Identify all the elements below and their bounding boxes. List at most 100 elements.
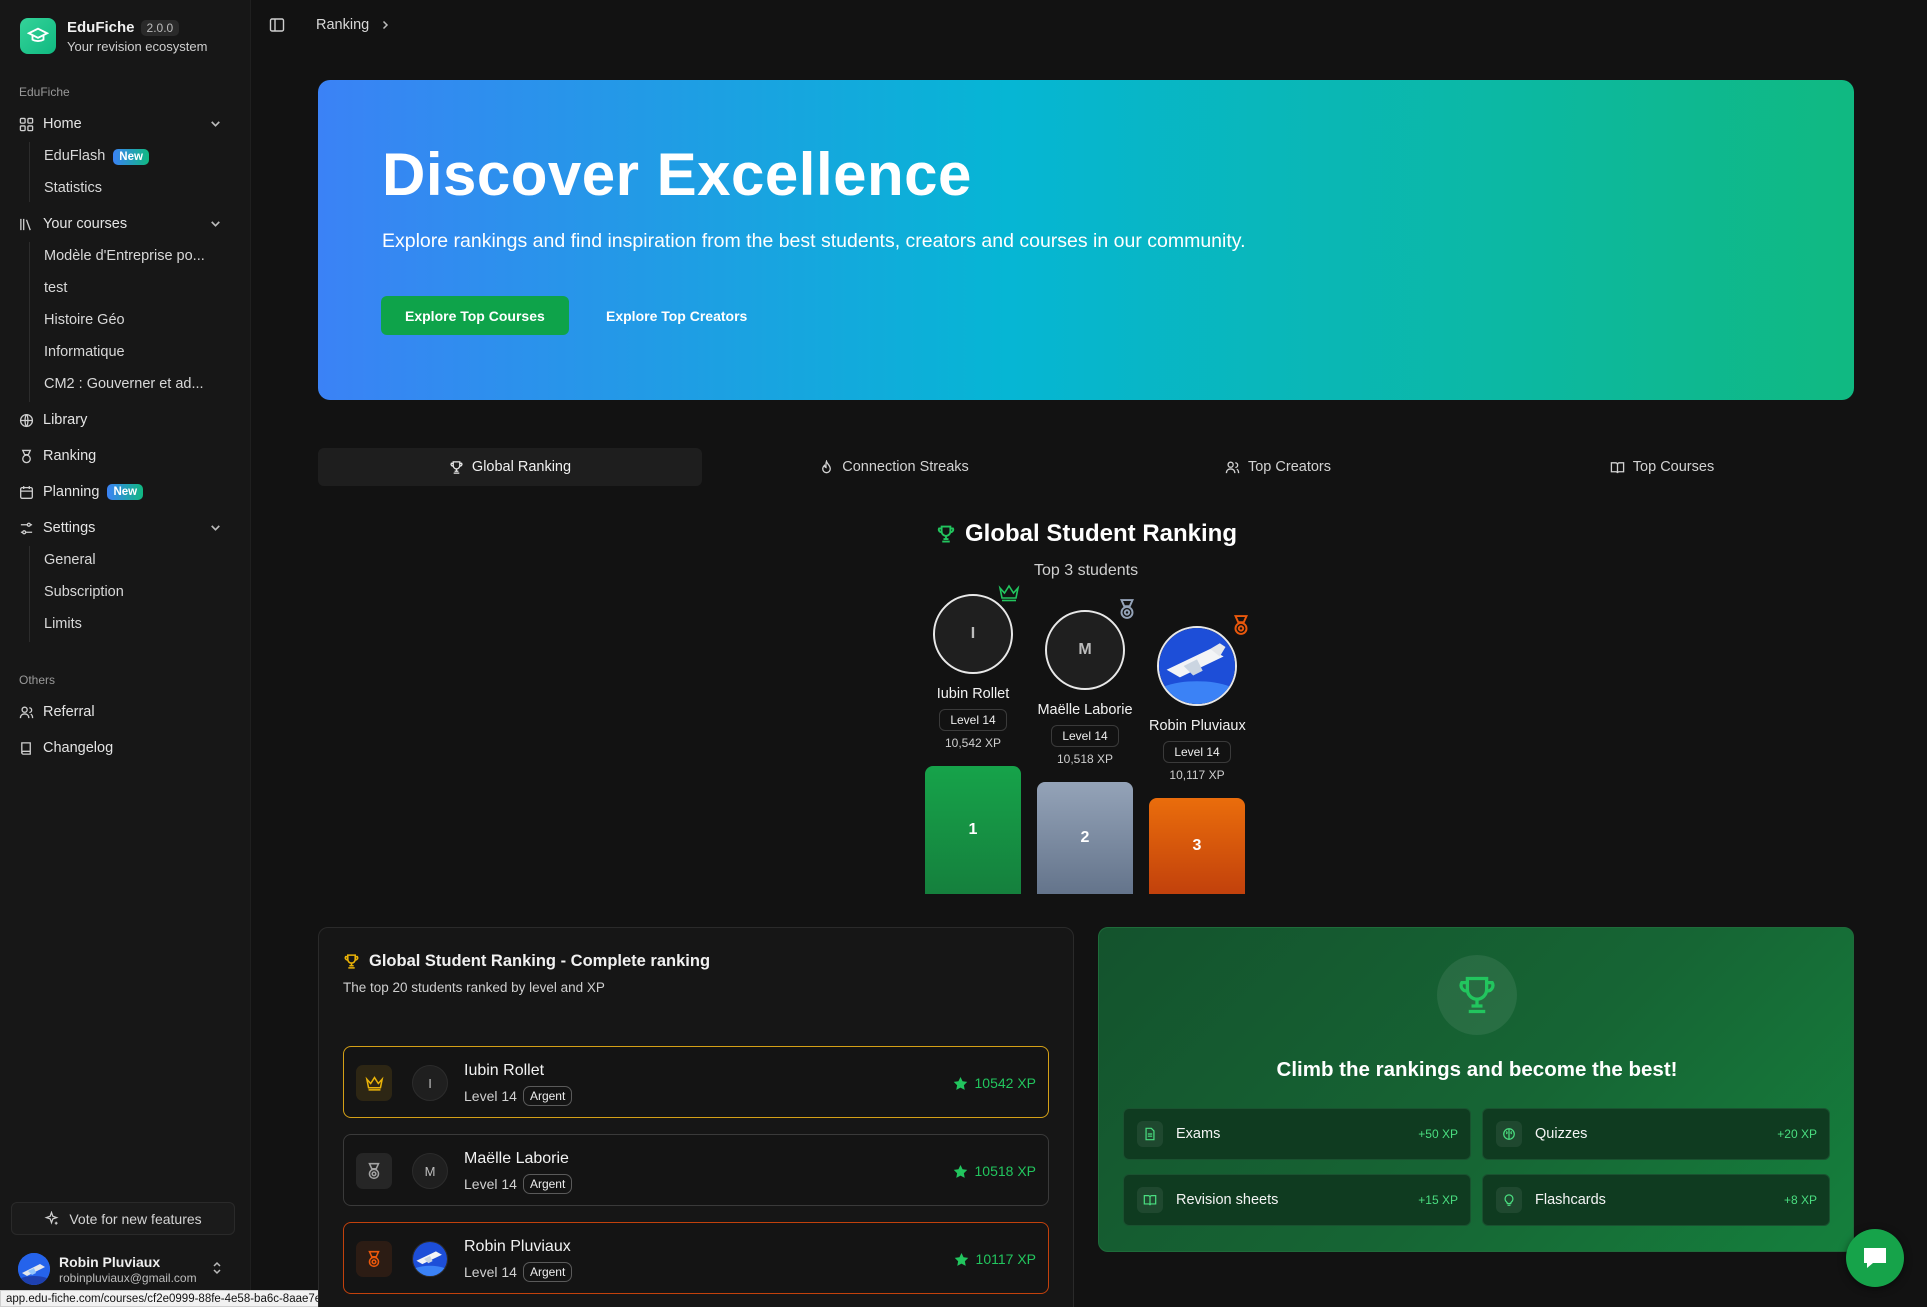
- sidebar-item-subscription[interactable]: Subscription: [44, 584, 214, 600]
- sidebar-item-home[interactable]: Home: [18, 109, 230, 139]
- globe-icon: [18, 412, 34, 428]
- avatar: M: [412, 1153, 448, 1189]
- xp-source-revision-sheets: Revision sheets +15 XP: [1123, 1174, 1471, 1226]
- avatar: [18, 1253, 50, 1285]
- chat-button[interactable]: [1846, 1229, 1904, 1287]
- course-item[interactable]: Informatique: [44, 344, 214, 360]
- tree-line: [29, 546, 30, 642]
- explore-top-creators-button[interactable]: Explore Top Creators: [586, 296, 767, 335]
- user-email: robinpluviaux@gmail.com: [59, 1270, 197, 1285]
- medal-icon: [356, 1153, 392, 1189]
- table-row[interactable]: I Iubin Rollet Level 14 Argent 10542 XP: [343, 1046, 1049, 1118]
- sidebar-item-statistics[interactable]: Statistics: [44, 180, 214, 196]
- tab-top-courses[interactable]: Top Courses: [1470, 448, 1854, 486]
- xp-source-flashcards: Flashcards +8 XP: [1482, 1174, 1830, 1226]
- chevron-right-icon: [383, 20, 389, 30]
- card-title: Global Student Ranking - Complete rankin…: [343, 952, 710, 971]
- new-badge: New: [107, 484, 144, 500]
- chevron-down-icon[interactable]: [209, 521, 222, 538]
- student-level: Level 14 Argent: [464, 1086, 573, 1106]
- chevron-down-icon[interactable]: [209, 217, 222, 234]
- sidebar-item-settings[interactable]: Settings: [18, 513, 230, 543]
- sidebar-item-label: Your courses: [43, 216, 128, 232]
- hero-title: Discover Excellence: [382, 141, 972, 208]
- student-xp: 10117 XP: [954, 1251, 1036, 1267]
- sidebar: EduFiche 2.0.0 Your revision ecosystem Ed…: [0, 0, 251, 1307]
- breadcrumb-current[interactable]: Ranking: [316, 17, 369, 33]
- xp-source-quizzes: Quizzes +20 XP: [1482, 1108, 1830, 1160]
- course-item[interactable]: Histoire Géo: [44, 312, 214, 328]
- podium-name: Iubin Rollet: [936, 686, 1010, 702]
- trophy-icon: [1437, 955, 1517, 1035]
- breadcrumb: Ranking: [316, 17, 391, 33]
- users-icon: [18, 704, 34, 720]
- tab-connection-streaks[interactable]: Connection Streaks: [702, 448, 1086, 486]
- podium-bar-2: 2: [1037, 782, 1133, 894]
- rank-badge: Argent: [522, 1086, 573, 1106]
- sidebar-toggle-icon[interactable]: [269, 17, 285, 37]
- sidebar-item-label: Referral: [43, 704, 95, 720]
- podium-xp: 10,518 XP: [1056, 752, 1114, 766]
- file-icon: [1137, 1121, 1163, 1147]
- medal-icon: [356, 1241, 392, 1277]
- crown-icon: [998, 584, 1020, 602]
- podium-bar-3: 3: [1149, 798, 1245, 894]
- course-item[interactable]: CM2 : Gouverner et ad...: [44, 376, 214, 392]
- vote-features-button[interactable]: Vote for new features: [11, 1202, 235, 1235]
- podium-entry-3[interactable]: Robin Pluviaux Level 14 10,117 XP: [1149, 626, 1246, 782]
- sidebar-item-label: Planning: [43, 484, 100, 500]
- tab-global-ranking[interactable]: Global Ranking: [318, 448, 702, 486]
- sidebar-item-referral[interactable]: Referral: [18, 697, 230, 727]
- sidebar-item-eduflash[interactable]: EduFlash New: [44, 148, 214, 165]
- sidebar-item-changelog[interactable]: Changelog: [18, 733, 230, 763]
- sliders-icon: [18, 520, 34, 536]
- book-icon: [18, 740, 34, 756]
- sidebar-item-planning[interactable]: Planning New: [18, 477, 230, 507]
- student-name: Robin Pluviaux: [464, 1238, 571, 1255]
- grid-icon: [18, 116, 34, 132]
- app-name: EduFiche: [67, 18, 135, 36]
- sidebar-item-label: Home: [43, 116, 82, 132]
- podium-xp: 10,542 XP: [944, 736, 1002, 750]
- sidebar-item-general[interactable]: General: [44, 552, 214, 568]
- course-item[interactable]: Modèle d'Entreprise po...: [44, 248, 214, 264]
- hero-subtitle: Explore rankings and find inspiration fr…: [382, 230, 1246, 252]
- avatar: I: [412, 1065, 448, 1101]
- student-level: Level 14 Argent: [464, 1262, 573, 1282]
- climb-rankings-card: Climb the rankings and become the best! …: [1098, 927, 1854, 1252]
- sidebar-item-label: Library: [43, 412, 88, 428]
- sidebar-item-label: Changelog: [43, 740, 114, 756]
- user-name: Robin Pluviaux: [59, 1253, 161, 1270]
- lightbulb-icon: [1496, 1187, 1522, 1213]
- calendar-icon: [18, 484, 34, 500]
- explore-top-courses-button[interactable]: Explore Top Courses: [381, 296, 569, 335]
- book-icon: [1137, 1187, 1163, 1213]
- chevron-down-icon[interactable]: [209, 117, 222, 134]
- podium-entry-2[interactable]: M Maëlle Laborie Level 14 10,518 XP: [1037, 610, 1133, 766]
- star-icon: [954, 1252, 968, 1266]
- brand[interactable]: EduFiche 2.0.0 Your revision ecosystem: [20, 18, 207, 54]
- table-row[interactable]: Robin Pluviaux Level 14 Argent 10117 XP: [343, 1222, 1049, 1294]
- sidebar-item-your-courses[interactable]: Your courses: [18, 209, 230, 239]
- graduation-cap-icon: [20, 18, 56, 54]
- rank-badge: Argent: [522, 1174, 573, 1194]
- student-level: Level 14 Argent: [464, 1174, 573, 1194]
- medal-icon: [18, 448, 34, 464]
- status-bar-url: app.edu-fiche.com/courses/cf2e0999-88fe-…: [0, 1290, 365, 1307]
- student-xp: 10542 XP: [953, 1075, 1036, 1091]
- podium-subtitle: Top 3 students: [1034, 562, 1139, 579]
- app-tagline: Your revision ecosystem: [67, 38, 208, 54]
- sidebar-item-library[interactable]: Library: [18, 405, 230, 435]
- users-icon: [1225, 460, 1240, 473]
- sidebar-item-ranking[interactable]: Ranking: [18, 441, 230, 471]
- course-item[interactable]: test: [44, 280, 214, 296]
- podium-xp: 10,117 XP: [1169, 768, 1225, 782]
- tree-line: [29, 242, 30, 402]
- table-row[interactable]: M Maëlle Laborie Level 14 Argent 10518 XP: [343, 1134, 1049, 1206]
- tab-top-creators[interactable]: Top Creators: [1086, 448, 1470, 486]
- user-menu[interactable]: Robin Pluviaux robinpluviaux@gmail.com: [18, 1250, 230, 1288]
- sidebar-item-limits[interactable]: Limits: [44, 616, 214, 632]
- new-badge: New: [113, 149, 149, 165]
- student-xp: 10518 XP: [953, 1163, 1036, 1179]
- podium-entry-1[interactable]: I Iubin Rollet Level 14 10,542 XP: [925, 594, 1021, 750]
